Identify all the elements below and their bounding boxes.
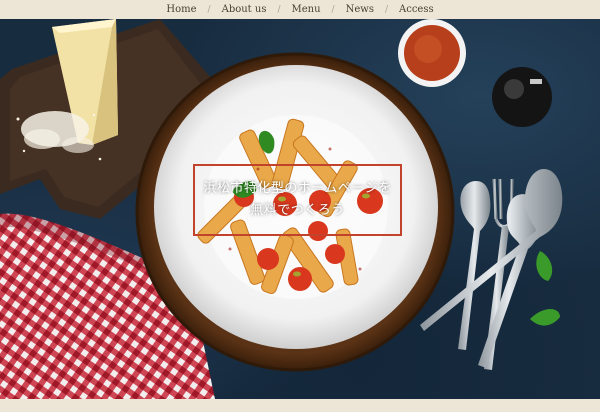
pepper-grinder [492, 67, 552, 127]
nav-item-news[interactable]: News [344, 4, 376, 15]
hero-title-line-1: 浜松市特化型のホームページを [203, 181, 392, 196]
nav-item-access[interactable]: Access [397, 4, 436, 15]
basil-leaves [530, 251, 560, 326]
top-navigation: Home / About us / Menu / News / Access [0, 0, 600, 19]
spice-bowl [398, 19, 466, 87]
nav-item-about-us[interactable]: About us [220, 4, 269, 15]
hero-title-line-2: 無料でつくろう [250, 203, 345, 218]
nav-separator: / [207, 4, 211, 15]
footer-band [0, 399, 600, 412]
nav-separator: / [277, 4, 281, 15]
nav-separator: / [331, 4, 335, 15]
nav-separator: / [384, 4, 388, 15]
hero-caption: 浜松市特化型のホームページを 無料でつくろう [193, 164, 402, 236]
nav-item-home[interactable]: Home [164, 4, 198, 15]
nav-item-menu[interactable]: Menu [290, 4, 323, 15]
